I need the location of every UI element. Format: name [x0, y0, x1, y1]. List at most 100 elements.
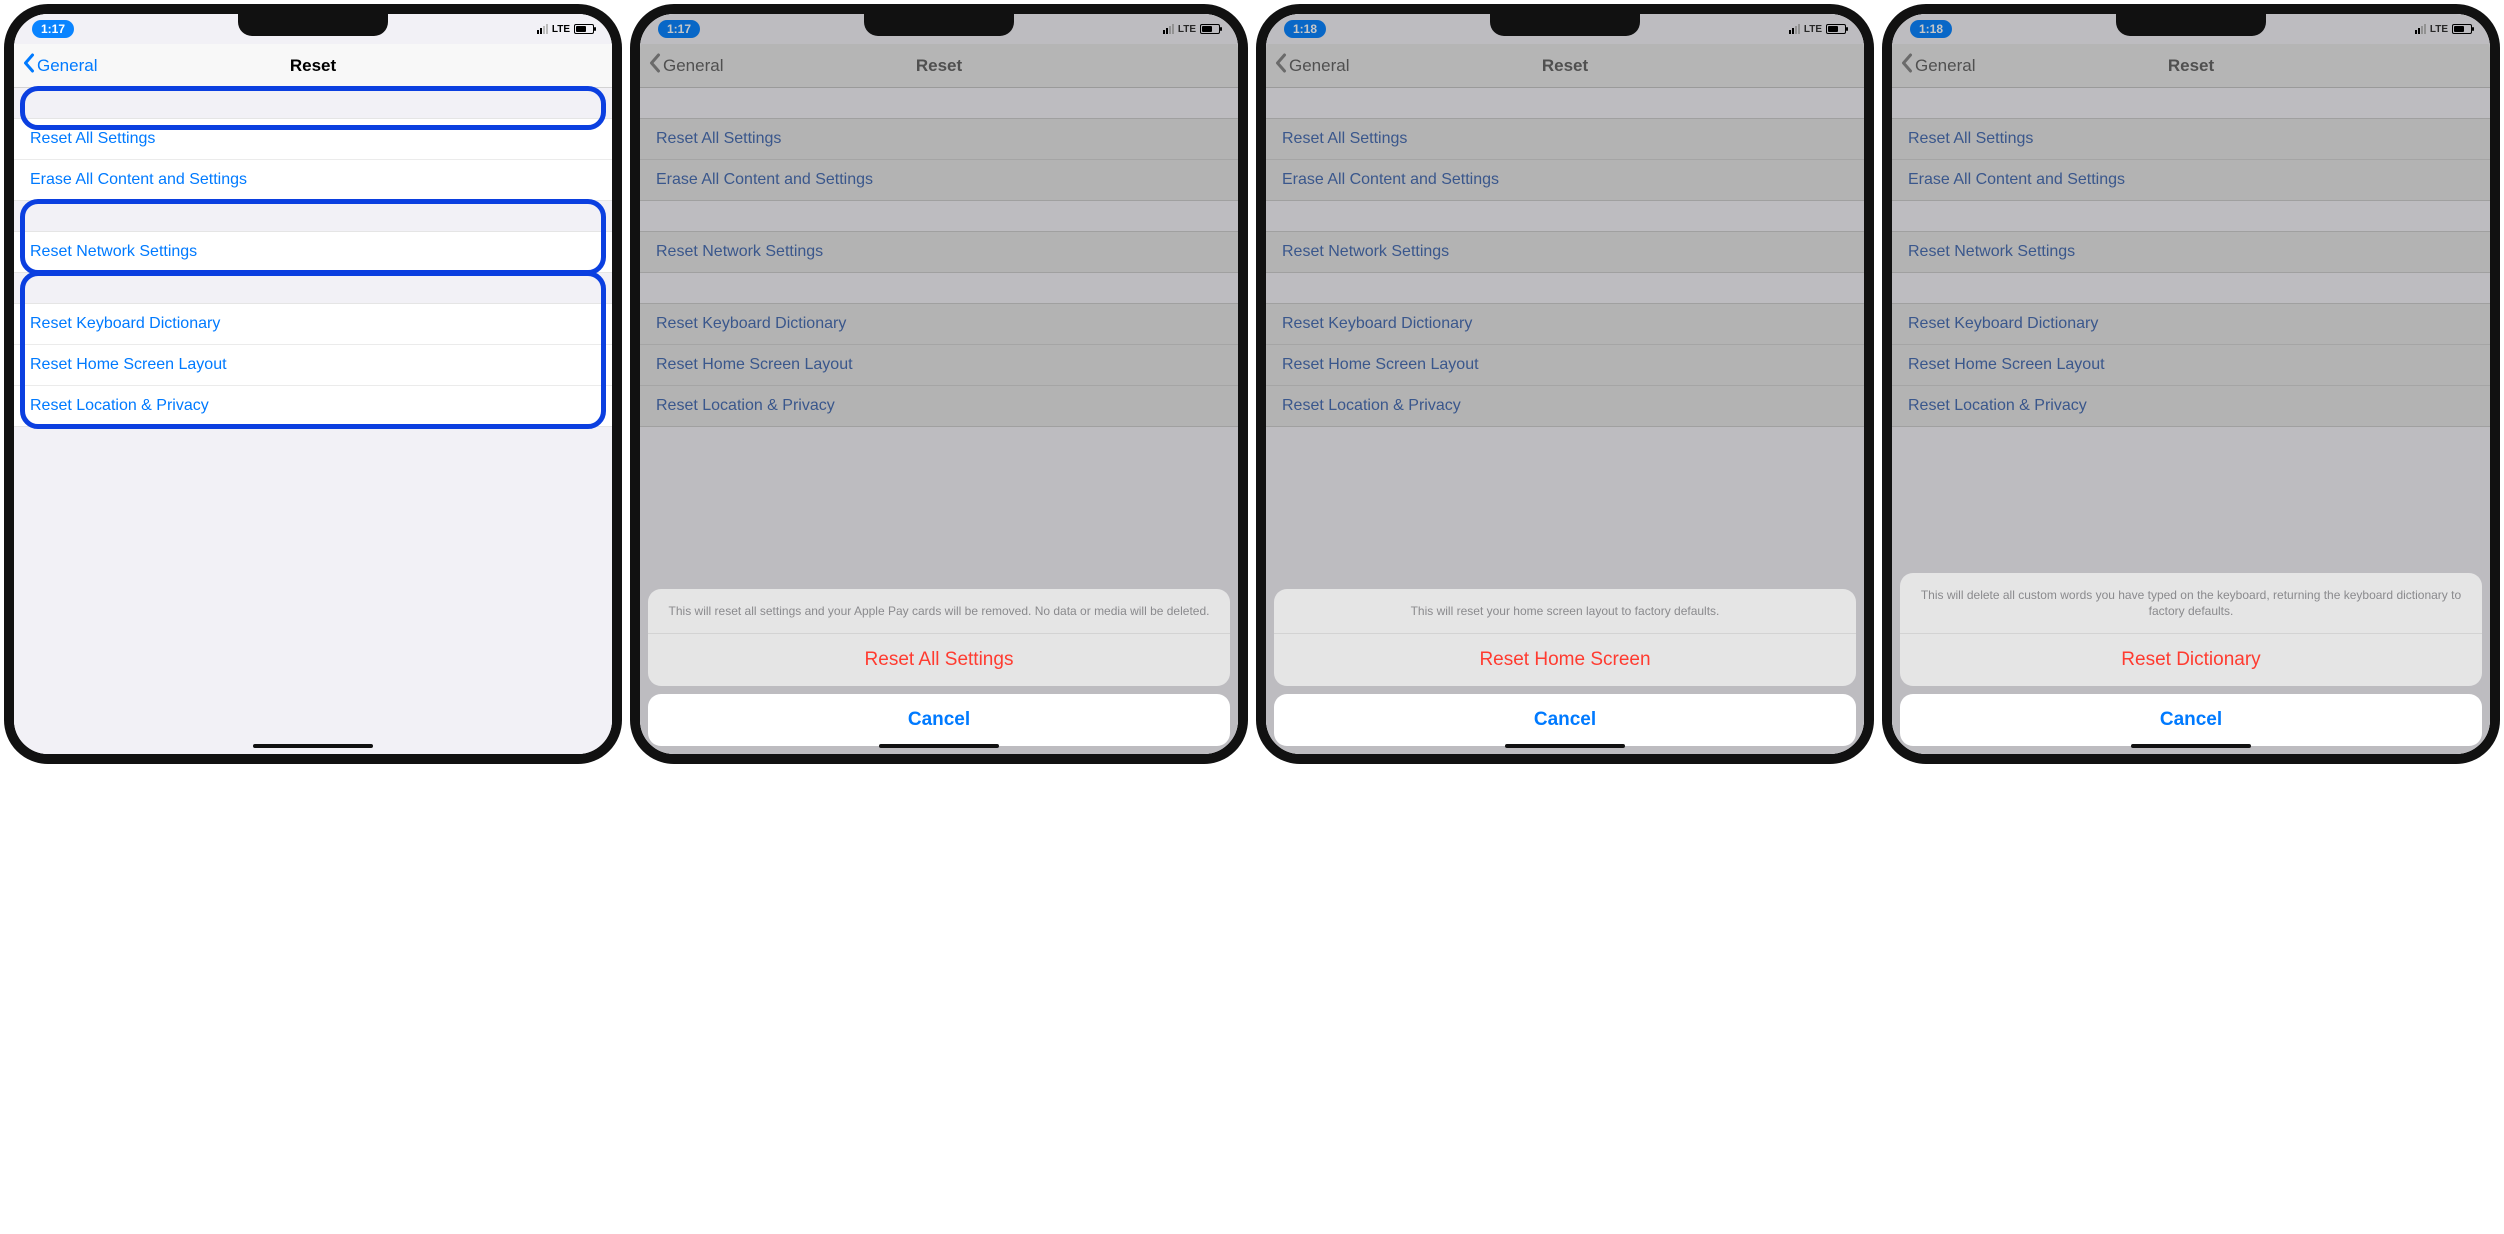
settings-row[interactable]: Reset All Settings: [1892, 119, 2490, 159]
chevron-back-icon: [22, 53, 35, 78]
chevron-back-icon: [1900, 53, 1913, 78]
nav-bar: General Reset: [1266, 44, 1864, 88]
page-title: Reset: [290, 56, 336, 76]
settings-row[interactable]: Reset Location & Privacy: [640, 385, 1238, 426]
settings-group: Reset All SettingsErase All Content and …: [1266, 118, 1864, 201]
home-indicator[interactable]: [879, 744, 999, 748]
settings-row[interactable]: Erase All Content and Settings: [14, 159, 612, 200]
action-sheet: This will reset your home screen layout …: [1274, 589, 1856, 746]
settings-group: Reset All SettingsErase All Content and …: [640, 118, 1238, 201]
back-button[interactable]: General: [648, 53, 723, 78]
home-indicator[interactable]: [2131, 744, 2251, 748]
settings-row[interactable]: Reset Location & Privacy: [1892, 385, 2490, 426]
sheet-cancel-button[interactable]: Cancel: [648, 694, 1230, 746]
signal-icon: [1163, 24, 1174, 34]
action-sheet: This will delete all custom words you ha…: [1900, 573, 2482, 746]
settings-group: Reset Network Settings: [14, 231, 612, 273]
settings-row[interactable]: Reset Home Screen Layout: [1266, 344, 1864, 385]
settings-row[interactable]: Reset Keyboard Dictionary: [1892, 304, 2490, 344]
signal-icon: [2415, 24, 2426, 34]
chevron-back-icon: [1274, 53, 1287, 78]
back-label: General: [1915, 56, 1975, 76]
phone-mockup: 1:18 LTE General Reset Reset All SettingsEra…: [1882, 4, 2500, 764]
battery-icon: [574, 24, 594, 34]
sheet-destructive-button[interactable]: Reset All Settings: [648, 634, 1230, 686]
phone-mockup: 1:18 LTE General Reset Reset All SettingsEra…: [1256, 4, 1874, 764]
sheet-cancel-button[interactable]: Cancel: [1900, 694, 2482, 746]
settings-row[interactable]: Reset Home Screen Layout: [1892, 344, 2490, 385]
device-notch: [1490, 12, 1640, 36]
signal-icon: [537, 24, 548, 34]
settings-row[interactable]: Erase All Content and Settings: [1266, 159, 1864, 200]
sheet-message: This will reset all settings and your Ap…: [648, 589, 1230, 634]
settings-row[interactable]: Reset All Settings: [640, 119, 1238, 159]
back-button[interactable]: General: [1900, 53, 1975, 78]
nav-bar: General Reset: [14, 44, 612, 88]
settings-row[interactable]: Reset Keyboard Dictionary: [640, 304, 1238, 344]
settings-row[interactable]: Reset Network Settings: [1892, 232, 2490, 272]
phone-mockup: 1:17LTEGeneralResetReset All SettingsEra…: [630, 4, 1248, 764]
home-indicator[interactable]: [1505, 744, 1625, 748]
device-notch: [2116, 12, 2266, 36]
battery-icon: [1200, 24, 1220, 34]
status-indicators: LTE: [1789, 24, 1846, 35]
settings-row[interactable]: Erase All Content and Settings: [1892, 159, 2490, 200]
settings-row[interactable]: Reset Location & Privacy: [1266, 385, 1864, 426]
settings-row[interactable]: Reset Network Settings: [14, 232, 612, 272]
settings-row[interactable]: Erase All Content and Settings: [640, 159, 1238, 200]
settings-group: Reset Network Settings: [1266, 231, 1864, 273]
chevron-back-icon: [648, 53, 661, 78]
back-label: General: [37, 56, 97, 76]
back-button[interactable]: General: [1274, 53, 1349, 78]
status-time[interactable]: 1:18: [1284, 20, 1326, 38]
settings-group: Reset Keyboard DictionaryReset Home Scre…: [1266, 303, 1864, 427]
status-indicators: LTE: [1163, 24, 1220, 35]
status-bar: 1:17 LTE: [14, 14, 612, 44]
status-indicators: LTE: [2415, 24, 2472, 35]
device-notch: [864, 12, 1014, 36]
home-indicator[interactable]: [253, 744, 373, 748]
carrier-label: LTE: [2430, 24, 2448, 35]
page-title: Reset: [2168, 56, 2214, 76]
status-time[interactable]: 1:18: [1910, 20, 1952, 38]
settings-group: Reset Keyboard DictionaryReset Home Scre…: [1892, 303, 2490, 427]
sheet-destructive-button[interactable]: Reset Dictionary: [1900, 634, 2482, 686]
settings-row[interactable]: Reset All Settings: [1266, 119, 1864, 159]
sheet-message: This will reset your home screen layout …: [1274, 589, 1856, 634]
back-button[interactable]: General: [22, 53, 97, 78]
battery-icon: [2452, 24, 2472, 34]
settings-row[interactable]: Reset Keyboard Dictionary: [14, 304, 612, 344]
settings-group: Reset Keyboard DictionaryReset Home Scre…: [640, 303, 1238, 427]
settings-row[interactable]: Reset Keyboard Dictionary: [1266, 304, 1864, 344]
action-sheet: This will reset all settings and your Ap…: [648, 589, 1230, 746]
settings-group: Reset Keyboard DictionaryReset Home Scre…: [14, 303, 612, 427]
settings-row[interactable]: Reset Home Screen Layout: [14, 344, 612, 385]
settings-row[interactable]: Reset All Settings: [14, 119, 612, 159]
carrier-label: LTE: [1178, 24, 1196, 35]
sheet-cancel-button[interactable]: Cancel: [1274, 694, 1856, 746]
sheet-destructive-button[interactable]: Reset Home Screen: [1274, 634, 1856, 686]
settings-row[interactable]: Reset Home Screen Layout: [640, 344, 1238, 385]
battery-icon: [1826, 24, 1846, 34]
status-indicators: LTE: [537, 24, 594, 35]
settings-group: Reset All SettingsErase All Content and …: [1892, 118, 2490, 201]
back-label: General: [663, 56, 723, 76]
settings-row[interactable]: Reset Location & Privacy: [14, 385, 612, 426]
status-time[interactable]: 1:17: [658, 20, 700, 38]
carrier-label: LTE: [1804, 24, 1822, 35]
signal-icon: [1789, 24, 1800, 34]
settings-row[interactable]: Reset Network Settings: [1266, 232, 1864, 272]
settings-group: Reset Network Settings: [1892, 231, 2490, 273]
status-time[interactable]: 1:17: [32, 20, 74, 38]
nav-bar: General Reset: [1892, 44, 2490, 88]
page-title: Reset: [916, 56, 962, 76]
sheet-message: This will delete all custom words you ha…: [1900, 573, 2482, 634]
carrier-label: LTE: [552, 24, 570, 35]
settings-group: Reset All SettingsErase All Content and …: [14, 118, 612, 201]
phone-mockup: 1:17 LTE General Reset Reset All SettingsEra…: [4, 4, 622, 764]
nav-bar: General Reset: [640, 44, 1238, 88]
settings-row[interactable]: Reset Network Settings: [640, 232, 1238, 272]
page-title: Reset: [1542, 56, 1588, 76]
back-label: General: [1289, 56, 1349, 76]
settings-group: Reset Network Settings: [640, 231, 1238, 273]
